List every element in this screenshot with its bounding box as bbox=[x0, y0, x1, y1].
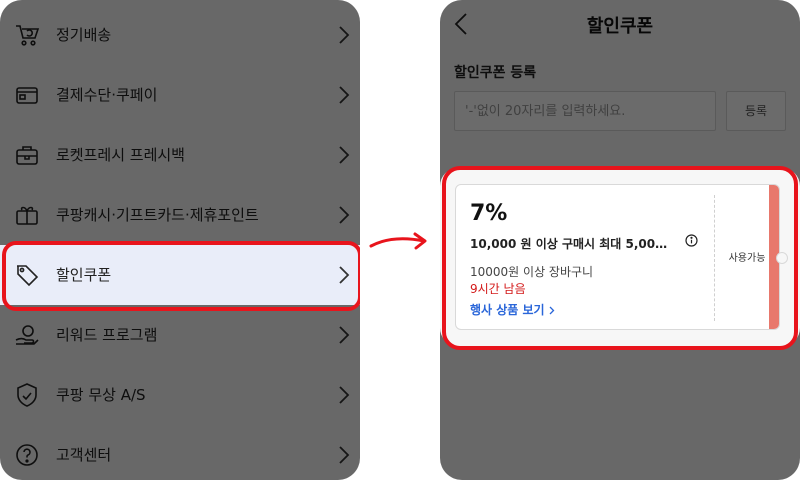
menu-item-label: 할인쿠폰 bbox=[56, 266, 112, 284]
menu-item-payment[interactable]: 결제수단·쿠페이 bbox=[0, 65, 360, 126]
menu-item-cash-giftcard[interactable]: 쿠팡캐시·기프트카드·제휴포인트 bbox=[0, 185, 360, 246]
coupon-panel: 할인쿠폰 할인쿠폰 등록 등록 7% 10,000 원 이상 구매시 최대 5,… bbox=[440, 0, 800, 480]
fresh-bag-icon bbox=[16, 146, 38, 165]
chevron-right-icon bbox=[339, 26, 350, 44]
menu-item-label: 결제수단·쿠페이 bbox=[56, 86, 158, 104]
page-title: 할인쿠폰 bbox=[586, 16, 654, 37]
menu-item-free-as[interactable]: 쿠팡 무상 A/S bbox=[0, 365, 360, 426]
menu-item-subscription[interactable]: 정기배송 bbox=[0, 5, 360, 66]
arrow-icon bbox=[369, 232, 427, 250]
wallet-icon bbox=[16, 87, 38, 104]
register-button[interactable]: 등록 bbox=[726, 91, 786, 131]
coupon-tag-icon bbox=[17, 265, 39, 287]
event-products-link[interactable]: 행사 상품 보기 bbox=[470, 301, 555, 318]
menu-item-label: 로켓프레시 프레시백 bbox=[56, 146, 185, 164]
menu-item-customer-center[interactable]: 고객센터 bbox=[0, 425, 360, 480]
menu-item-discount-coupon[interactable]: 할인쿠폰 bbox=[0, 245, 360, 305]
menu-item-label: 쿠팡캐시·기프트카드·제휴포인트 bbox=[56, 206, 259, 224]
chevron-right-icon bbox=[549, 306, 555, 315]
coupon-condition: 10,000 원 이상 구매시 최대 5,000 원 할인 bbox=[470, 237, 675, 251]
time-remaining: 9시간 남음 bbox=[470, 282, 526, 296]
menu-item-reward[interactable]: 리워드 프로그램 bbox=[0, 305, 360, 366]
chevron-right-icon bbox=[339, 146, 350, 164]
shield-repair-icon bbox=[17, 383, 37, 407]
gift-card-icon bbox=[16, 206, 38, 225]
reward-icon bbox=[15, 325, 39, 345]
cart-repeat-icon bbox=[16, 25, 40, 46]
menu-item-label: 리워드 프로그램 bbox=[56, 326, 158, 344]
coupon-register-label: 할인쿠폰 등록 bbox=[454, 65, 537, 81]
chevron-right-icon bbox=[339, 86, 350, 104]
chevron-right-icon bbox=[339, 446, 350, 464]
menu-item-fresh-bag[interactable]: 로켓프레시 프레시백 bbox=[0, 125, 360, 186]
coupon-notch bbox=[776, 252, 788, 264]
menu-item-label: 정기배송 bbox=[56, 26, 112, 44]
menu-panel: 정기배송 결제수단·쿠페이 로켓프레시 프레시백 쿠팡캐시·기프트카드·제휴포인… bbox=[0, 0, 360, 480]
info-icon[interactable] bbox=[685, 234, 698, 247]
status-badge: 사용가능 bbox=[728, 253, 766, 264]
discount-rate: 7% bbox=[470, 201, 508, 226]
help-question-icon bbox=[16, 444, 38, 466]
chevron-right-icon bbox=[339, 266, 350, 284]
chevron-right-icon bbox=[339, 386, 350, 404]
event-products-label: 행사 상품 보기 bbox=[470, 303, 545, 317]
coupon-code-input[interactable] bbox=[454, 91, 716, 131]
chevron-right-icon bbox=[339, 206, 350, 224]
menu-item-label: 쿠팡 무상 A/S bbox=[56, 386, 146, 404]
coupon-area: 7% 10,000 원 이상 구매시 최대 5,000 원 할인 10000원 … bbox=[440, 168, 800, 346]
header: 할인쿠폰 bbox=[440, 0, 800, 52]
perforation-divider bbox=[714, 195, 715, 321]
coupon-card[interactable]: 7% 10,000 원 이상 구매시 최대 5,000 원 할인 10000원 … bbox=[455, 184, 780, 330]
menu-item-label: 고객센터 bbox=[56, 446, 112, 464]
chevron-right-icon bbox=[339, 326, 350, 344]
min-purchase: 10000원 이상 장바구니 bbox=[470, 265, 594, 279]
